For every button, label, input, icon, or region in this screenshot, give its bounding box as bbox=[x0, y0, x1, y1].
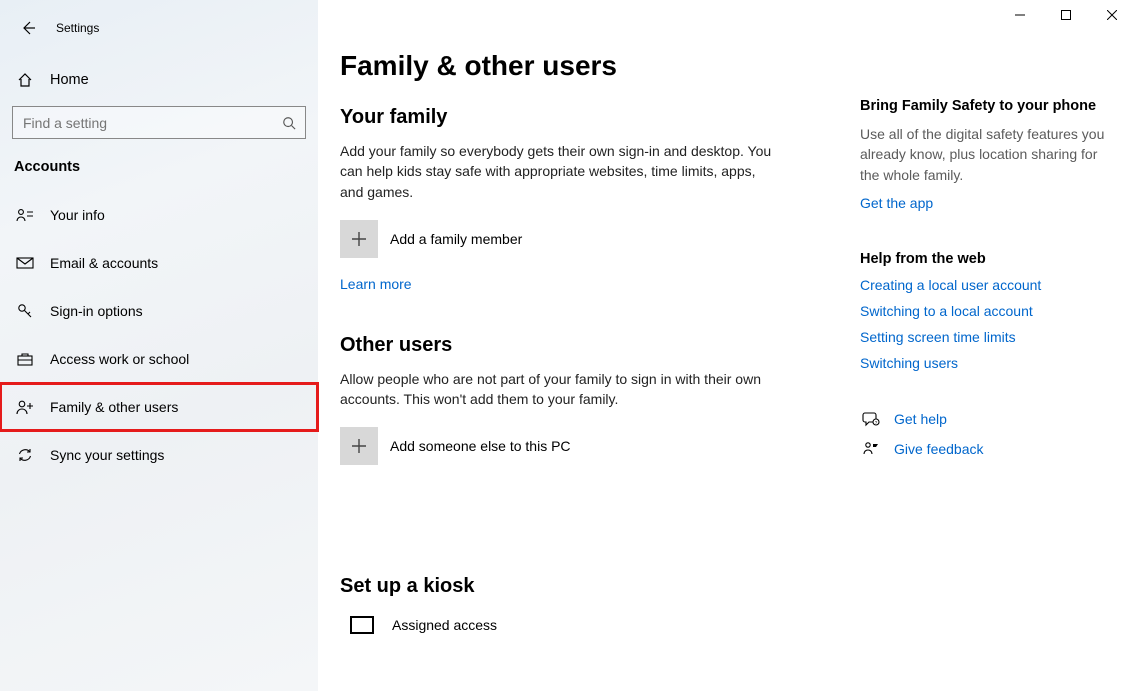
learn-more-link[interactable]: Learn more bbox=[340, 276, 412, 292]
arrow-left-icon bbox=[20, 20, 36, 36]
search-input[interactable] bbox=[12, 106, 306, 139]
kiosk-heading: Set up a kiosk bbox=[340, 575, 820, 598]
home-nav[interactable]: Home bbox=[0, 62, 318, 98]
other-users-heading: Other users bbox=[340, 334, 820, 357]
sidebar: Settings Home Accounts Your info bbox=[0, 0, 318, 691]
minimize-icon bbox=[1015, 10, 1025, 20]
page-title: Family & other users bbox=[340, 50, 820, 82]
nav-list: Your info Email & accounts Sign-in optio… bbox=[0, 191, 318, 479]
person-lines-icon bbox=[14, 208, 36, 222]
your-family-heading: Your family bbox=[340, 106, 820, 129]
get-app-link[interactable]: Get the app bbox=[860, 195, 933, 211]
get-help-link[interactable]: Get help bbox=[894, 411, 947, 427]
other-users-desc: Allow people who are not part of your fa… bbox=[340, 369, 780, 410]
maximize-icon bbox=[1061, 10, 1071, 20]
plus-icon bbox=[340, 220, 378, 258]
nav-your-info[interactable]: Your info bbox=[0, 191, 318, 239]
promo-desc: Use all of the digital safety features y… bbox=[860, 124, 1120, 185]
help-link-switch-users[interactable]: Switching users bbox=[860, 355, 1120, 371]
nav-signin-options[interactable]: Sign-in options bbox=[0, 287, 318, 335]
sync-icon bbox=[14, 447, 36, 463]
window-title: Settings bbox=[56, 21, 99, 35]
feedback-icon bbox=[860, 441, 882, 457]
give-feedback-link[interactable]: Give feedback bbox=[894, 441, 984, 457]
back-button[interactable] bbox=[12, 12, 44, 44]
minimize-button[interactable] bbox=[997, 0, 1043, 30]
search-icon bbox=[282, 116, 296, 130]
mail-icon bbox=[14, 257, 36, 269]
chat-help-icon: ? bbox=[860, 411, 882, 427]
assigned-access-button[interactable]: Assigned access bbox=[340, 616, 820, 634]
add-family-member-button[interactable]: Add a family member bbox=[340, 220, 820, 258]
help-link-switch-local[interactable]: Switching to a local account bbox=[860, 303, 1120, 319]
nav-email-accounts[interactable]: Email & accounts bbox=[0, 239, 318, 287]
your-family-desc: Add your family so everybody gets their … bbox=[340, 141, 780, 202]
briefcase-icon bbox=[14, 352, 36, 366]
add-other-user-button[interactable]: Add someone else to this PC bbox=[340, 427, 820, 465]
main-area: Family & other users Your family Add you… bbox=[318, 0, 1135, 691]
help-link-create-local[interactable]: Creating a local user account bbox=[860, 277, 1120, 293]
nav-work-school[interactable]: Access work or school bbox=[0, 335, 318, 383]
plus-icon bbox=[340, 427, 378, 465]
nav-family-users[interactable]: Family & other users bbox=[0, 383, 318, 431]
aside-column: Bring Family Safety to your phone Use al… bbox=[860, 0, 1120, 691]
close-button[interactable] bbox=[1089, 0, 1135, 30]
close-icon bbox=[1107, 10, 1117, 20]
person-add-icon bbox=[14, 399, 36, 415]
window-controls bbox=[997, 0, 1135, 30]
nav-sync-settings[interactable]: Sync your settings bbox=[0, 431, 318, 479]
key-icon bbox=[14, 303, 36, 319]
help-web-title: Help from the web bbox=[860, 251, 1120, 267]
promo-title: Bring Family Safety to your phone bbox=[860, 98, 1120, 114]
kiosk-icon bbox=[350, 616, 374, 634]
content-column: Family & other users Your family Add you… bbox=[340, 0, 820, 691]
home-label: Home bbox=[50, 72, 89, 88]
section-title: Accounts bbox=[0, 139, 318, 185]
maximize-button[interactable] bbox=[1043, 0, 1089, 30]
home-icon bbox=[14, 72, 36, 88]
help-link-screen-time[interactable]: Setting screen time limits bbox=[860, 329, 1120, 345]
